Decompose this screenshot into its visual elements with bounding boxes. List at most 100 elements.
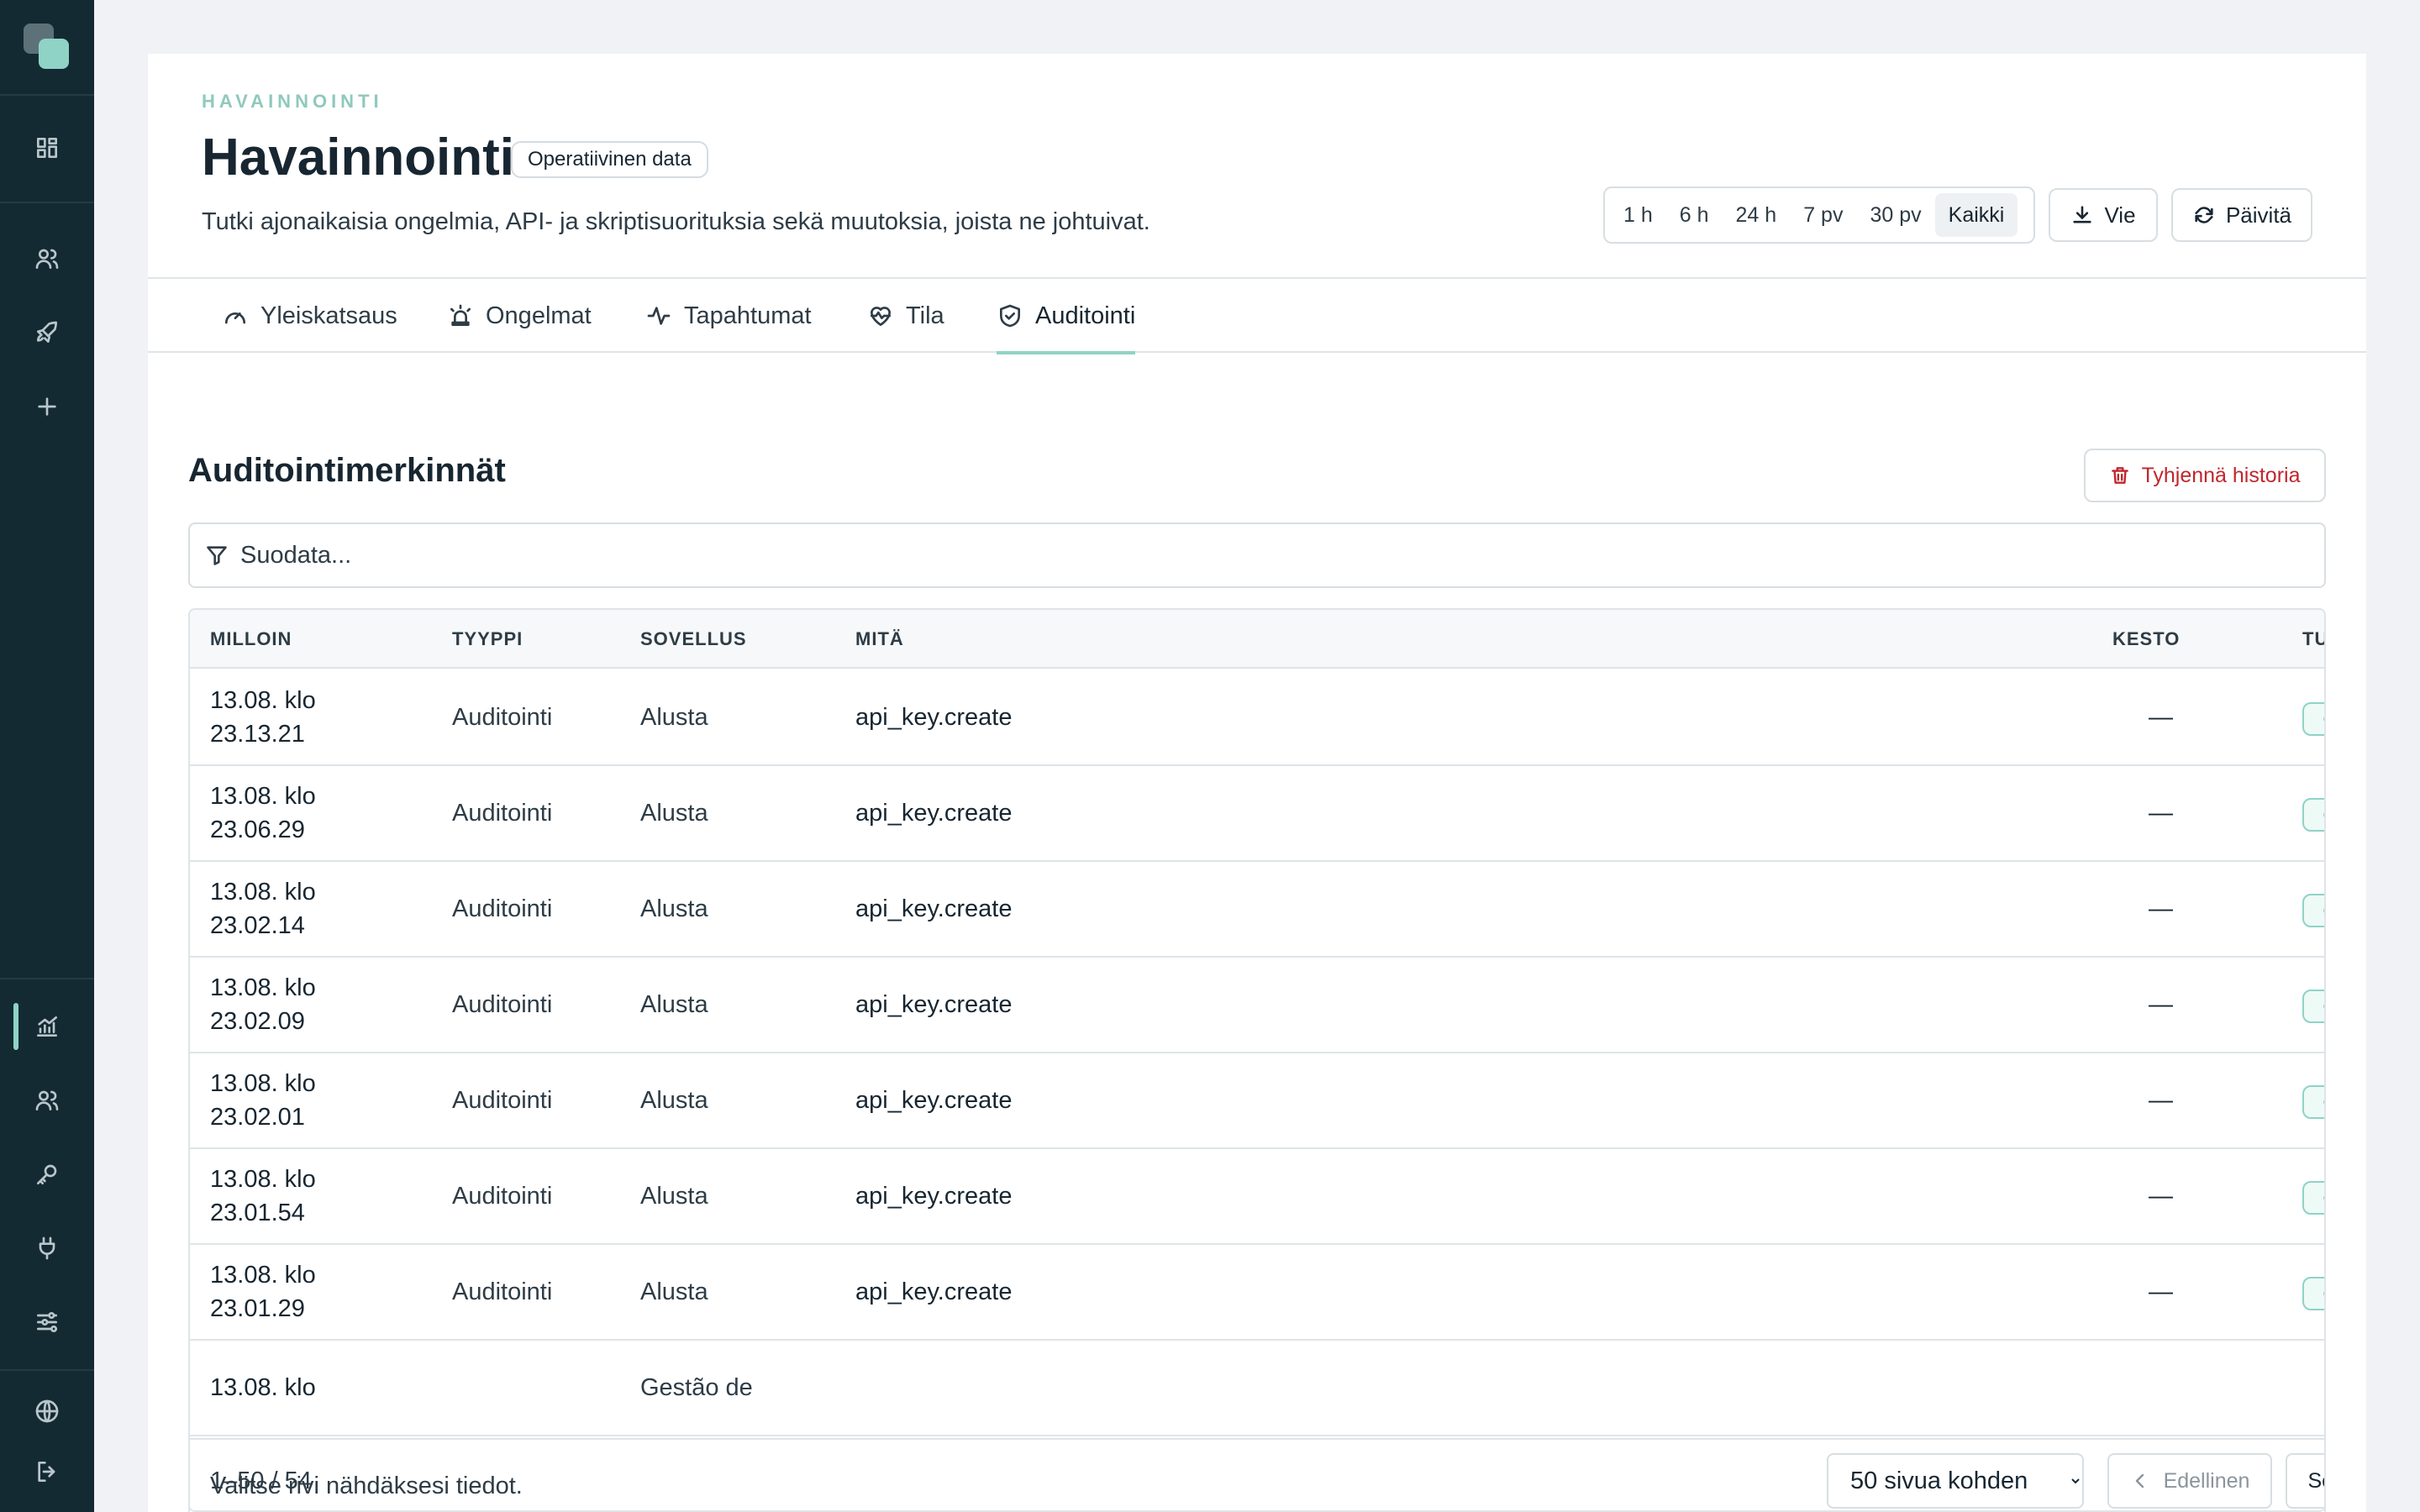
refresh-label: Päivitä (2225, 202, 2292, 228)
logout-icon[interactable] (30, 1455, 64, 1488)
cell-type: Auditointi (452, 895, 553, 922)
filter-input[interactable] (240, 541, 2257, 570)
cell-when-time: 23.06.29 (210, 816, 305, 843)
rocket-icon[interactable] (30, 316, 64, 349)
cell-type: Auditointi (452, 1182, 553, 1210)
cell-when-date: 13.08. klo (210, 687, 316, 714)
activity-icon (647, 307, 671, 325)
clear-history-label: Tyhjennä historia (2141, 463, 2301, 487)
refresh-button[interactable]: Päivitä (2171, 188, 2312, 242)
cell-when-time: 23.02.09 (210, 1008, 305, 1035)
tab-events[interactable]: Tapahtumat (645, 279, 812, 353)
plus-icon[interactable] (30, 390, 64, 423)
check-circle-icon (2323, 1099, 2324, 1105)
cell-what: api_key.create (855, 799, 1013, 827)
sidebar-divider (0, 202, 94, 203)
tab-overview[interactable]: Yleiskatsaus (222, 279, 397, 353)
table-row[interactable]: 13.08. klo 23.01.54 Auditointi Alusta api_ke… (190, 1149, 2324, 1245)
audit-table: MILLOIN TYYPPI SOVELLUS MITÄ KESTO TULOS… (188, 608, 2326, 1512)
cell-when-date: 13.08. klo (210, 783, 316, 810)
cell-what: api_key.create (855, 895, 1013, 922)
sliders-icon[interactable] (30, 1305, 64, 1339)
gauge-icon (225, 312, 245, 324)
cell-what: api_key.create (855, 990, 1013, 1018)
tab-label: Yleiskatsaus (260, 302, 397, 329)
cell-duration: — (2149, 799, 2173, 827)
table-row[interactable]: 13.08. klo 23.06.29 Auditointi Alusta api_ke… (190, 766, 2324, 862)
table-row[interactable]: 13.08. klo 23.13.21 Auditointi Alusta api_ke… (190, 670, 2324, 766)
cell-duration: — (2149, 703, 2173, 731)
range-7d[interactable]: 7 pv (1790, 193, 1856, 237)
column-header-what[interactable]: MITÄ (855, 610, 904, 669)
tab-issues[interactable]: Ongelmat (447, 279, 592, 353)
column-header-duration[interactable]: KESTO (2112, 610, 2180, 669)
check-circle-icon (2323, 1194, 2324, 1201)
cell-duration (2123, 1341, 2173, 1435)
tab-audit[interactable]: Auditointi (997, 279, 1136, 354)
tab-label: Ongelmat (486, 302, 592, 329)
cell-what (855, 1341, 2032, 1435)
plug-icon[interactable] (30, 1231, 64, 1265)
users-icon[interactable] (30, 242, 64, 276)
cell-when-date: 13.08. klo (210, 1166, 316, 1193)
key-icon[interactable] (30, 1158, 64, 1191)
range-6h[interactable]: 6 h (1666, 193, 1723, 237)
cell-duration: — (2149, 990, 2173, 1018)
column-header-result[interactable]: TULOS (2302, 610, 2324, 669)
cell-app: Alusta (640, 1278, 708, 1305)
column-header-type[interactable]: TYYPPI (452, 610, 523, 669)
range-1h[interactable]: 1 h (1610, 193, 1666, 237)
table-row[interactable]: 13.08. klo 23.02.01 Auditointi Alusta api_ke… (190, 1053, 2324, 1149)
table-header: MILLOIN TYYPPI SOVELLUS MITÄ KESTO TULOS (190, 610, 2324, 669)
clear-history-button[interactable]: Tyhjennä historia (2084, 449, 2326, 502)
cell-when: 13.08. klo 23.01.29 (210, 1245, 429, 1339)
range-all[interactable]: Kaikki (1934, 193, 2018, 237)
range-24h[interactable]: 24 h (1723, 193, 1791, 237)
table-row[interactable]: 13.08. klo 23.02.14 Auditointi Alusta api_ke… (190, 862, 2324, 958)
globe-icon[interactable] (30, 1394, 64, 1428)
cell-when-time: 23.01.54 (210, 1200, 305, 1226)
export-button[interactable]: Vie (2049, 188, 2158, 242)
analytics-icon[interactable] (30, 1010, 64, 1043)
cell-when-date: 13.08. klo (210, 974, 316, 1001)
alarm-icon (450, 304, 471, 326)
check-circle-icon (2323, 1290, 2324, 1297)
detail-hint: Valitse rivi nähdäksesi tiedot. (210, 1472, 523, 1499)
dashboard-icon[interactable] (30, 131, 64, 165)
cell-app: Alusta (640, 703, 708, 731)
table-row[interactable]: 13.08. klo 23.01.29 Auditointi Alusta api_ke… (190, 1245, 2324, 1341)
column-header-when[interactable]: MILLOIN (210, 610, 292, 669)
tab-label: Tapahtumat (684, 302, 812, 329)
page-eyebrow: HAVAINNOINTI (202, 91, 383, 112)
cell-duration: — (2149, 1278, 2173, 1305)
range-30d[interactable]: 30 pv (1856, 193, 1934, 237)
cell-when-date: 13.08. klo (210, 1070, 316, 1097)
cell-app: Alusta (640, 1086, 708, 1114)
cell-when-time: 23.13.21 (210, 721, 305, 748)
cell-when-date: 13.08. klo (210, 879, 316, 906)
cell-what: api_key.create (855, 1278, 1013, 1305)
cell-app: Alusta (640, 799, 708, 827)
status-badge: Onnistui (2302, 1277, 2324, 1310)
status-badge: Onnistui (2302, 990, 2324, 1023)
team-icon[interactable] (30, 1084, 64, 1117)
cell-duration: — (2149, 1086, 2173, 1114)
section-title: Auditointimerkinnät (188, 452, 506, 489)
table-row[interactable]: 13.08. klo Gestão de (190, 1341, 2324, 1436)
refresh-icon (2195, 207, 2213, 223)
heart-pulse-icon (871, 307, 891, 326)
app-logo[interactable] (24, 24, 72, 72)
table-body: 13.08. klo 23.13.21 Auditointi Alusta api_ke… (190, 670, 2324, 1438)
cell-duration: — (2149, 895, 2173, 922)
cell-when-date: 13.08. klo (210, 1262, 316, 1289)
cell-type (452, 1341, 620, 1435)
cell-when-time: 23.01.29 (210, 1295, 305, 1322)
status-badge: Onnistui (2302, 1181, 2324, 1215)
cell-when: 13.08. klo 23.02.09 (210, 958, 429, 1052)
table-row[interactable]: 13.08. klo 23.02.09 Auditointi Alusta api_ke… (190, 958, 2324, 1053)
check-circle-icon (2323, 907, 2324, 914)
cell-what: api_key.create (855, 1182, 1013, 1210)
status-badge: Onnistui (2302, 894, 2324, 927)
column-header-app[interactable]: SOVELLUS (640, 610, 747, 669)
tab-status[interactable]: Tila (867, 279, 944, 353)
